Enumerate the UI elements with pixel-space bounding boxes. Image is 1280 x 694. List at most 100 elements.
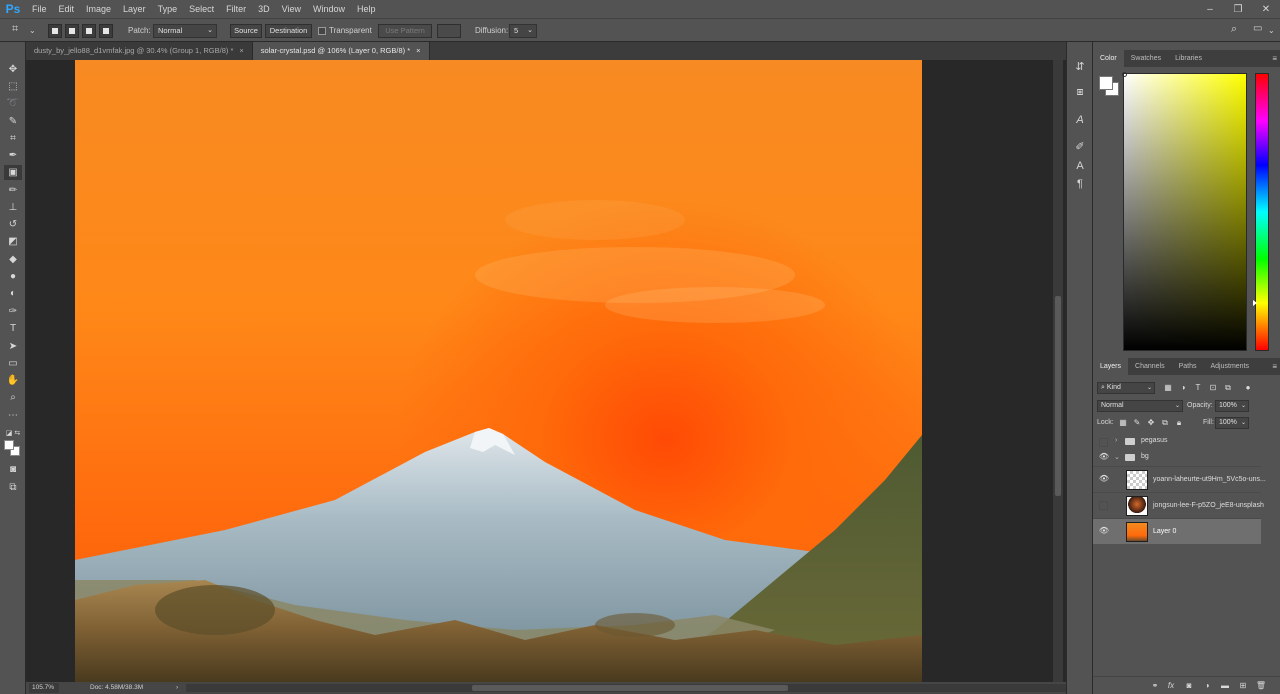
brush-panel-icon[interactable]: ✐ [1072, 138, 1088, 154]
menu-help[interactable]: Help [351, 0, 382, 18]
character-panel-icon[interactable]: A [1072, 112, 1088, 128]
new-selection-button[interactable] [48, 24, 62, 38]
layer-row-jongsun[interactable]: jongsun-lee-F-p5ZO_jeE8-unsplash [1093, 492, 1264, 518]
character-styles-icon[interactable]: A [1072, 158, 1088, 174]
clone-stamp-tool-icon[interactable]: ⊥ [4, 200, 22, 215]
smart-object-filter-icon[interactable]: ⧉ [1223, 383, 1233, 393]
default-colors-icon[interactable]: ◪ ⇆ [4, 425, 22, 440]
vertical-scrollbar[interactable] [1053, 60, 1063, 682]
visibility-toggle[interactable] [1099, 438, 1108, 447]
blur-tool-icon[interactable]: ● [4, 269, 22, 284]
dodge-tool-icon[interactable]: ◐ [4, 286, 22, 301]
layer-row-layer-0[interactable]: 👁︎ Layer 0 [1093, 518, 1261, 544]
menu-type[interactable]: Type [152, 0, 184, 18]
more-tools-icon[interactable]: ⋯ [4, 408, 22, 423]
filter-toggle-icon[interactable]: ● [1243, 383, 1253, 393]
adjustment-filter-icon[interactable]: ◑ [1178, 383, 1188, 393]
pen-tool-icon[interactable]: ✑ [4, 304, 22, 319]
quick-select-tool-icon[interactable]: ✎ [4, 114, 22, 129]
crop-tool-icon[interactable]: ⌗ [4, 131, 22, 146]
search-icon[interactable]: ⌕ [1231, 22, 1237, 36]
pattern-picker[interactable] [437, 24, 461, 38]
menu-edit[interactable]: Edit [53, 0, 81, 18]
type-filter-icon[interactable]: T [1193, 383, 1203, 393]
doc-tab-dusty[interactable]: dusty_by_jello88_d1vmfak.jpg @ 30.4% (Gr… [26, 42, 253, 60]
tab-libraries[interactable]: Libraries [1168, 50, 1209, 67]
patch-mode-dropdown[interactable]: Normal ⌄ [153, 24, 217, 38]
transparent-checkbox[interactable] [318, 27, 326, 35]
close-button[interactable]: ✕ [1252, 0, 1280, 18]
tab-color[interactable]: Color [1093, 50, 1124, 67]
foreground-color-swatch[interactable] [4, 440, 14, 450]
menu-3d[interactable]: 3D [252, 0, 276, 18]
fill-field[interactable]: 100% ⌄ [1215, 417, 1249, 429]
tab-channels[interactable]: Channels [1128, 358, 1172, 375]
use-pattern-button[interactable]: Use Pattern [378, 24, 432, 38]
menu-file[interactable]: File [26, 0, 53, 18]
tool-preset-chevron-icon[interactable]: ⌄ [29, 24, 36, 38]
fx-icon[interactable]: fx [1165, 681, 1177, 691]
close-icon[interactable]: × [416, 46, 420, 55]
horizontal-scrollbar[interactable] [186, 684, 1066, 692]
marquee-tool-icon[interactable]: ⬚ [4, 79, 22, 94]
paragraph-panel-icon[interactable]: ¶ [1072, 176, 1088, 192]
blend-mode-dropdown[interactable]: Normal ⌄ [1097, 400, 1183, 412]
diffusion-field[interactable]: 5 ⌄ [509, 24, 537, 38]
doc-tab-solar-crystal[interactable]: solar-crystal.psd @ 106% (Layer 0, RGB/8… [252, 42, 430, 60]
status-menu-arrow[interactable]: › [176, 682, 178, 694]
new-group-icon[interactable]: ▬ [1219, 681, 1231, 691]
path-selection-tool-icon[interactable]: ➤ [4, 339, 22, 354]
eye-icon[interactable]: 👁︎ [1098, 452, 1110, 464]
destination-button[interactable]: Destination [265, 24, 312, 38]
menu-select[interactable]: Select [183, 0, 220, 18]
color-picker-field[interactable] [1123, 73, 1247, 351]
menu-window[interactable]: Window [307, 0, 351, 18]
menu-image[interactable]: Image [80, 0, 117, 18]
chevron-right-icon[interactable]: › [1115, 437, 1117, 444]
opacity-field[interactable]: 100% ⌄ [1215, 400, 1249, 412]
panel-menu-icon[interactable]: ≡ [1272, 358, 1277, 375]
hand-tool-icon[interactable]: ✋ [4, 373, 22, 388]
scroll-thumb[interactable] [472, 685, 788, 691]
new-layer-icon[interactable]: ⊞ [1237, 681, 1249, 691]
lock-image-icon[interactable]: ✎ [1132, 418, 1142, 428]
visibility-toggle[interactable] [1099, 501, 1108, 510]
layer-row-bg[interactable]: 👁︎ ⌄ bg [1093, 450, 1261, 466]
quick-mask-icon[interactable]: ◙ [4, 462, 22, 477]
hue-slider-marker[interactable] [1253, 300, 1257, 306]
adjustment-layer-icon[interactable]: ◑ [1201, 681, 1213, 691]
document-canvas[interactable] [75, 60, 922, 682]
close-icon[interactable]: × [239, 46, 243, 55]
layer-mask-icon[interactable]: ◙ [1183, 681, 1195, 691]
layer-row-yoann[interactable]: 👁︎ yoann-laheurte-ut9Hm_5Vc5o-uns... [1093, 466, 1266, 492]
lock-artboard-icon[interactable]: ⧉ [1160, 418, 1170, 428]
tab-swatches[interactable]: Swatches [1124, 50, 1168, 67]
foreground-color-swatch[interactable] [1099, 76, 1113, 90]
canvas-area[interactable] [26, 60, 1053, 682]
layer-filter-dropdown[interactable]: ⌕ Kind ⌄ [1097, 382, 1155, 394]
pixel-filter-icon[interactable]: ▦ [1163, 383, 1173, 393]
source-button[interactable]: Source [230, 24, 262, 38]
patch-tool-icon[interactable]: ⌗ [12, 22, 18, 36]
lock-all-icon[interactable]: 🔒︎ [1174, 418, 1184, 428]
zoom-tool-icon[interactable]: ⌕ [4, 390, 22, 405]
patch-tool-icon[interactable]: ▣ [4, 165, 22, 180]
layer-row-pegasus[interactable]: › pegasus [1093, 434, 1261, 450]
panel-menu-icon[interactable]: ≡ [1272, 50, 1277, 67]
screen-mode-icon[interactable]: ⧉ [4, 480, 22, 495]
add-selection-button[interactable] [65, 24, 79, 38]
tab-layers[interactable]: Layers [1093, 358, 1129, 375]
zoom-level-field[interactable]: 105.7% [29, 683, 59, 693]
move-tool-icon[interactable]: ✥ [4, 62, 22, 77]
workspace-icon[interactable]: ▭ [1253, 22, 1262, 36]
eraser-tool-icon[interactable]: ◩ [4, 234, 22, 249]
color-picker-cursor[interactable] [1122, 72, 1127, 77]
subtract-selection-button[interactable] [82, 24, 96, 38]
lock-transparent-icon[interactable]: ▦ [1118, 418, 1128, 428]
workspace-chevron-icon[interactable]: ⌄ [1268, 24, 1275, 38]
minimize-button[interactable]: – [1196, 0, 1224, 18]
history-brush-tool-icon[interactable]: ↺ [4, 217, 22, 232]
hue-slider[interactable] [1255, 73, 1269, 351]
lasso-tool-icon[interactable]: ➰ [4, 96, 22, 111]
tab-adjustments[interactable]: Adjustments [1204, 358, 1257, 375]
